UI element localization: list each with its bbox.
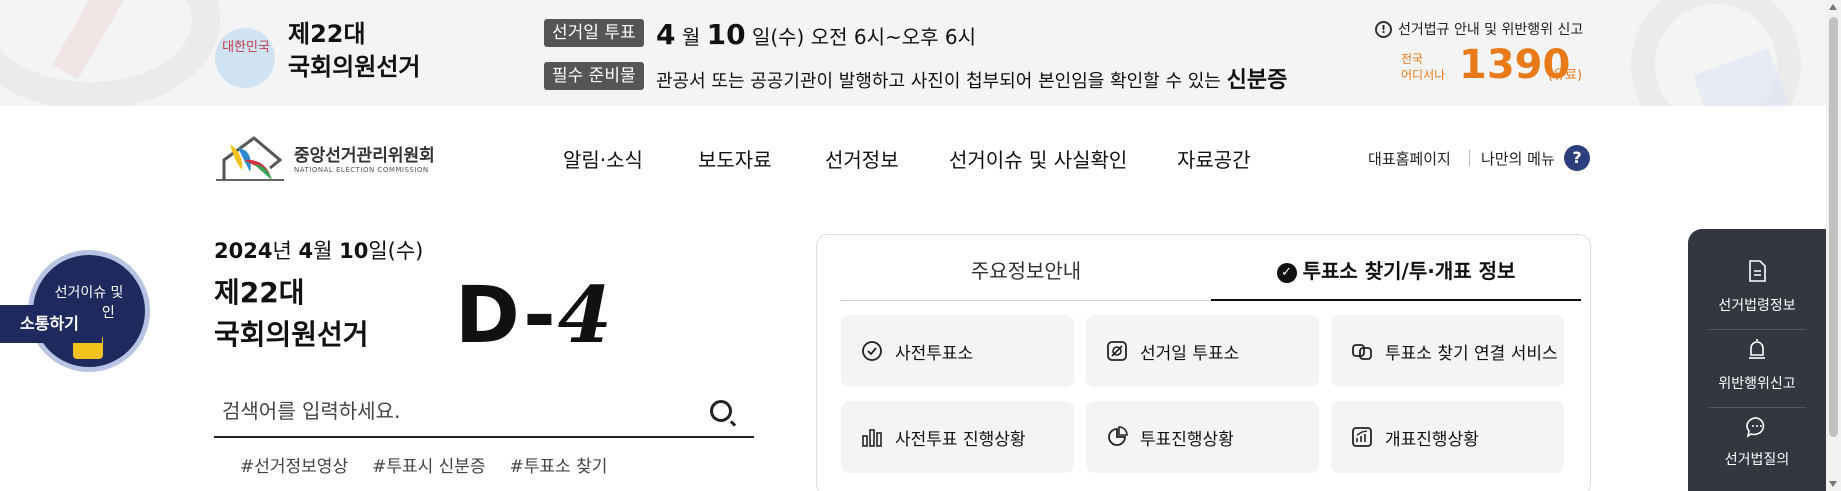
quick-violation-report[interactable]: 위반행위신고 bbox=[1688, 337, 1826, 393]
call-fee: (유료) bbox=[1548, 68, 1583, 83]
election-title: 제22대 국회의원선거 bbox=[214, 276, 369, 351]
info-panel: 주요정보안내 ✓ 투표소 찾기/투·개표 정보 사전투표소 선거일 투표소 투표소… bbox=[816, 234, 1591, 491]
card-counting-status[interactable]: 개표진행상황 bbox=[1331, 401, 1564, 473]
card-early-voting-place[interactable]: 사전투표소 bbox=[841, 315, 1074, 387]
pie-chart-icon bbox=[1108, 426, 1128, 446]
call-label: 전국 어디서나 bbox=[1401, 52, 1446, 82]
document-icon bbox=[1749, 260, 1766, 282]
election-date: 2024년 4월 10일(수) bbox=[214, 239, 424, 263]
page-scrollbar[interactable] bbox=[1826, 0, 1841, 491]
hashtag-find-polling[interactable]: #투표소 찾기 bbox=[510, 452, 608, 477]
card-early-voting-status[interactable]: 사전투표 진행상황 bbox=[841, 401, 1074, 473]
tab-key-info[interactable]: 주요정보안내 bbox=[841, 251, 1211, 301]
card-election-day-place[interactable]: 선거일 투표소 bbox=[1086, 315, 1319, 387]
my-menu-link[interactable]: 나만의 메뉴 bbox=[1481, 148, 1555, 169]
quick-law-info[interactable]: 선거법령정보 bbox=[1688, 259, 1826, 315]
quick-menu: 선거법령정보 위반행위신고 선거법질의 bbox=[1688, 229, 1826, 491]
chat-icon bbox=[1746, 417, 1765, 438]
hashtag-voter-id[interactable]: #투표시 신분증 bbox=[372, 452, 486, 477]
alarm-icon bbox=[1749, 339, 1765, 359]
korea-emblem-icon: 대한민국 bbox=[215, 28, 275, 88]
nec-logo-icon bbox=[216, 136, 284, 181]
ballot-icon bbox=[1107, 341, 1127, 361]
scroll-up-arrow-icon[interactable] bbox=[1829, 4, 1837, 10]
nec-logo[interactable]: 중앙선거관리위원회 NATIONAL ELECTION COMMISSION bbox=[214, 130, 435, 184]
tab-polling-info[interactable]: ✓ 투표소 찾기/투·개표 정보 bbox=[1211, 251, 1581, 301]
violation-report-link[interactable]: ! 선거법규 안내 및 위반행위 신고 bbox=[1375, 19, 1583, 39]
help-icon[interactable]: ? bbox=[1564, 145, 1590, 171]
card-polling-finder-service[interactable]: 투표소 찾기 연결 서비스 bbox=[1331, 315, 1564, 387]
vote-datetime: 4 월 10 일(수) 오전 6시~오후 6시 bbox=[656, 18, 977, 51]
nav-election-issues[interactable]: 선거이슈 및 사실확인 bbox=[949, 144, 1127, 173]
divider bbox=[1469, 150, 1470, 166]
nav-election-info[interactable]: 선거정보 bbox=[825, 144, 899, 173]
search-input[interactable] bbox=[214, 388, 694, 434]
link-icon bbox=[1352, 344, 1372, 360]
info-icon: ! bbox=[1375, 20, 1392, 38]
check-icon: ✓ bbox=[1276, 263, 1297, 283]
hashtag-list: #선거정보영상 #투표시 신분증 #투표소 찾기 bbox=[240, 452, 607, 477]
top-banner: 대한민국 제22대 국회의원선거 선거일 투표 4 월 10 일(수) 오전 6… bbox=[0, 0, 1841, 106]
hashtag-election-video[interactable]: #선거정보영상 bbox=[240, 452, 348, 477]
scroll-down-arrow-icon[interactable] bbox=[1829, 481, 1837, 487]
d-day-counter: D-4 bbox=[455, 270, 614, 361]
required-items-tag: 필수 준비물 bbox=[544, 62, 644, 90]
bar-chart-icon bbox=[862, 429, 882, 447]
nav-archive[interactable]: 자료공간 bbox=[1177, 144, 1251, 173]
trend-chart-icon bbox=[1352, 427, 1372, 447]
communication-tab[interactable]: 소통하기 bbox=[0, 305, 102, 343]
required-items-text: 관공서 또는 공공기관이 발행하고 사진이 첩부되어 본인임을 확인할 수 있는… bbox=[656, 68, 1288, 93]
scrollbar-thumb[interactable] bbox=[1829, 17, 1838, 437]
main-homepage-link[interactable]: 대표홈페이지 bbox=[1368, 148, 1451, 169]
divider bbox=[1708, 407, 1806, 408]
search-box bbox=[214, 388, 754, 438]
nav-press[interactable]: 보도자료 bbox=[698, 144, 772, 173]
divider bbox=[1708, 329, 1806, 330]
banner-title: 제22대 국회의원선거 bbox=[288, 20, 421, 81]
vote-day-tag: 선거일 투표 bbox=[544, 19, 644, 47]
quick-law-inquiry[interactable]: 선거법질의 bbox=[1688, 415, 1826, 469]
check-circle-icon bbox=[862, 341, 882, 361]
search-icon[interactable] bbox=[710, 400, 732, 422]
nav-notice[interactable]: 알림·소식 bbox=[563, 144, 643, 173]
card-voting-status[interactable]: 투표진행상황 bbox=[1086, 401, 1319, 473]
